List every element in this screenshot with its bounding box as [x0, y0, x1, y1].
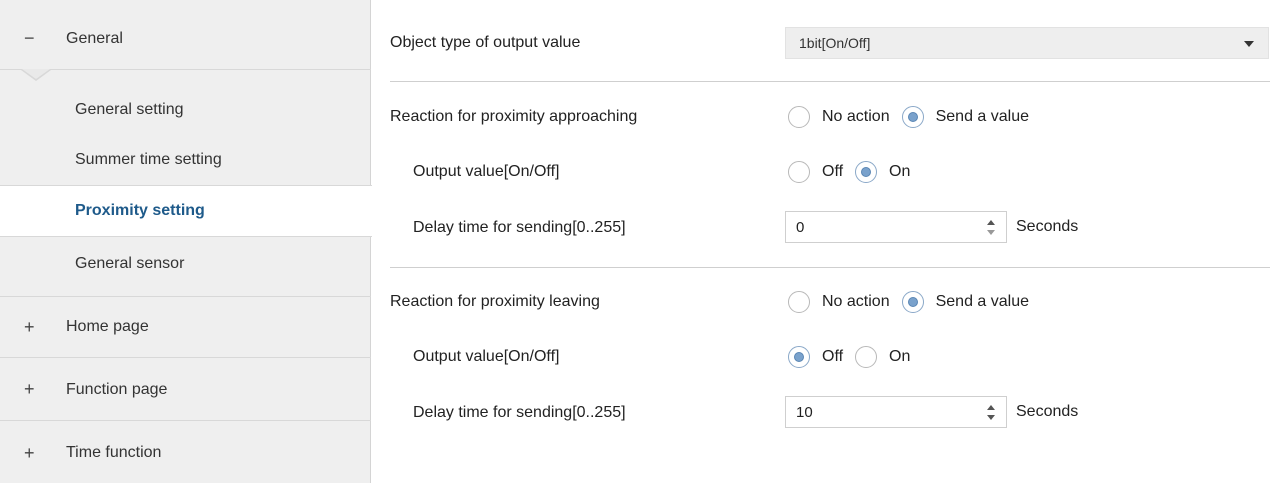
leaving-no-action-radio[interactable]: No action	[788, 291, 890, 313]
leaving-output-off-radio[interactable]: Off	[788, 346, 843, 368]
divider	[390, 81, 1270, 82]
pointer-caret	[22, 69, 50, 79]
approaching-label: Reaction for proximity approaching	[390, 108, 638, 125]
leaving-label: Reaction for proximity leaving	[390, 293, 600, 310]
sidebar-item-summer-time-setting[interactable]: Summer time setting	[0, 134, 371, 186]
sidebar-group-label: Time function	[66, 444, 162, 461]
approaching-output-off-radio[interactable]: Off	[788, 161, 843, 183]
leaving-output-on-radio[interactable]: On	[855, 346, 910, 368]
leaving-output-label: Output value[On/Off]	[413, 348, 560, 365]
radio-checked-icon	[901, 106, 924, 128]
radio-checked-icon	[788, 346, 810, 368]
sidebar-group-label: Function page	[66, 380, 168, 398]
object-type-select[interactable]: 1bit[On/Off]	[785, 27, 1269, 59]
radio-checked-icon	[855, 161, 878, 183]
sidebar-group-label: Home page	[66, 318, 149, 335]
spinner-arrows-icon[interactable]	[986, 218, 996, 238]
sidebar-group-function-page[interactable]: + Function page	[0, 359, 371, 421]
approaching-output-label: Output value[On/Off]	[413, 163, 560, 180]
leaving-delay-label: Delay time for sending[0..255]	[413, 404, 626, 421]
spinner-arrows-icon[interactable]	[986, 403, 996, 423]
approaching-delay-input[interactable]: 0	[785, 211, 1007, 243]
leaving-send-value-radio[interactable]: Send a value	[901, 291, 1029, 313]
radio-unchecked-icon	[788, 106, 810, 128]
leaving-delay-unit: Seconds	[1016, 403, 1079, 420]
approaching-send-value-radio[interactable]: Send a value	[901, 106, 1029, 128]
radio-label: Send a value	[935, 108, 1029, 125]
radio-label: No action	[822, 108, 890, 125]
sidebar-group-home-page[interactable]: + Home page	[0, 296, 371, 358]
radio-label: Off	[822, 163, 844, 180]
sidebar: − General General setting Summer time se…	[0, 0, 372, 483]
radio-label: Off	[822, 348, 844, 365]
sidebar-item-general-setting[interactable]: General setting	[0, 84, 371, 136]
radio-unchecked-icon	[855, 346, 878, 368]
sidebar-group-time-function[interactable]: + Time function	[0, 422, 371, 483]
approaching-output-radio-group: Off On	[788, 157, 922, 187]
sidebar-item-general-sensor[interactable]: General sensor	[0, 238, 371, 290]
radio-label: On	[889, 348, 911, 365]
sidebar-group-general[interactable]: − General	[0, 8, 371, 70]
approaching-delay-value: 0	[796, 218, 805, 236]
approaching-radio-group: No action Send a value	[788, 102, 1041, 132]
expand-icon: +	[24, 316, 35, 337]
object-type-value: 1bit[On/Off]	[799, 35, 871, 51]
divider	[390, 267, 1270, 268]
radio-checked-icon	[901, 291, 924, 313]
radio-unchecked-icon	[788, 161, 810, 183]
radio-label: Send a value	[935, 293, 1029, 310]
expand-icon: +	[24, 379, 35, 399]
approaching-no-action-radio[interactable]: No action	[788, 106, 890, 128]
approaching-output-on-radio[interactable]: On	[855, 161, 910, 183]
leaving-output-radio-group: Off On	[788, 342, 922, 372]
sidebar-group-label: General	[66, 29, 123, 47]
leaving-radio-group: No action Send a value	[788, 287, 1041, 317]
radio-label: On	[889, 163, 911, 180]
object-type-label: Object type of output value	[390, 34, 581, 51]
radio-unchecked-icon	[788, 291, 810, 313]
collapse-icon: −	[24, 28, 35, 48]
leaving-delay-input[interactable]: 10	[785, 396, 1007, 428]
dropdown-arrow-icon	[1244, 41, 1254, 47]
radio-label: No action	[822, 293, 890, 310]
sidebar-item-proximity-setting[interactable]: Proximity setting	[0, 185, 372, 237]
leaving-delay-value: 10	[796, 403, 813, 421]
expand-icon: +	[24, 442, 35, 463]
approaching-delay-label: Delay time for sending[0..255]	[413, 219, 626, 236]
approaching-delay-unit: Seconds	[1016, 218, 1079, 235]
